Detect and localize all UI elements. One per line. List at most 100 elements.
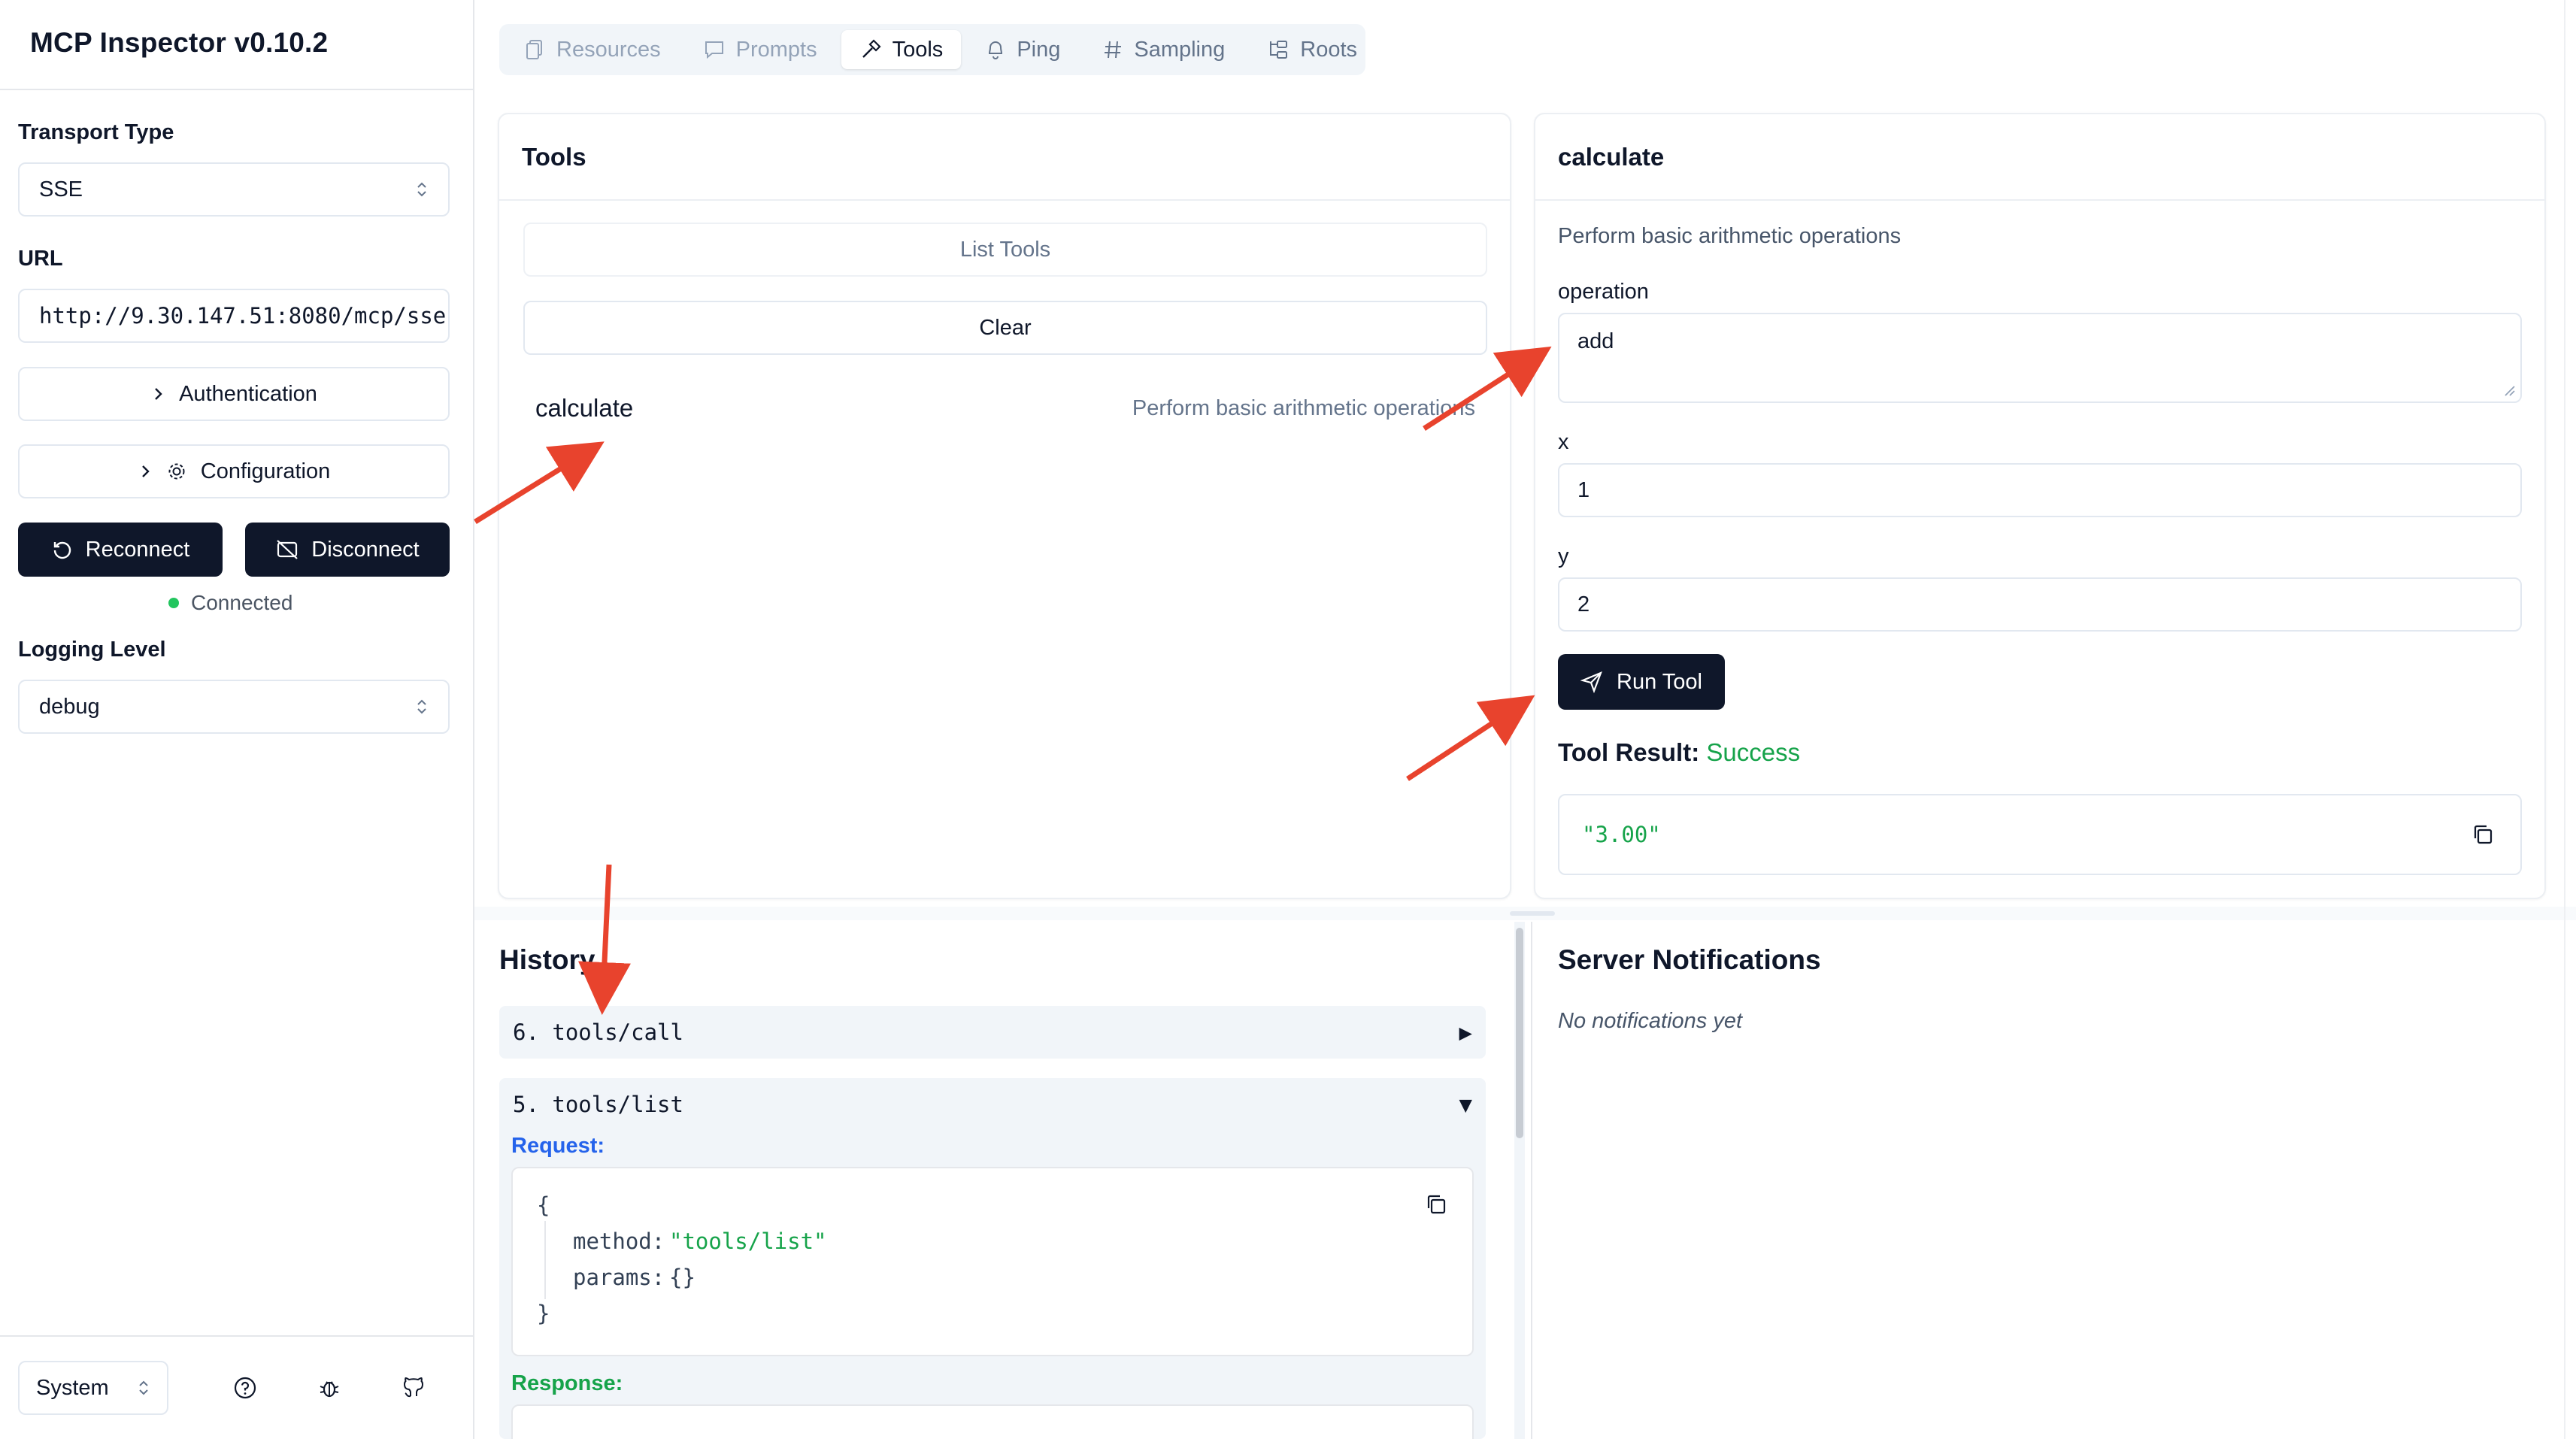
tab-sampling[interactable]: Sampling xyxy=(1084,30,1243,69)
tools-panel: Tools List Tools Clear calculate Perform… xyxy=(498,113,1511,899)
reconnect-button[interactable]: Reconnect xyxy=(18,523,223,577)
tool-detail-description: Perform basic arithmetic operations xyxy=(1558,224,1902,248)
tool-list-item[interactable]: calculate Perform basic arithmetic opera… xyxy=(535,394,1475,423)
tab-roots[interactable]: Roots xyxy=(1249,30,1375,69)
tool-name: calculate xyxy=(535,394,634,422)
transport-type-select[interactable]: SSE xyxy=(18,162,450,217)
bug-icon xyxy=(320,1381,339,1398)
tab-label: Prompts xyxy=(735,37,817,62)
url-input[interactable]: http://9.30.147.51:8080/mcp/sse xyxy=(18,289,450,343)
debug-button[interactable] xyxy=(308,1367,350,1409)
help-button[interactable] xyxy=(224,1367,266,1409)
disconnect-label: Disconnect xyxy=(311,537,420,562)
bell-icon xyxy=(989,41,1003,59)
authentication-button[interactable]: Authentication xyxy=(18,367,450,421)
operation-label: operation xyxy=(1558,280,1649,304)
tab-label: Sampling xyxy=(1134,37,1226,62)
rotate-ccw-icon xyxy=(53,541,71,559)
theme-select[interactable]: System xyxy=(18,1361,168,1415)
notifications-empty-text: No notifications yet xyxy=(1558,1009,1743,1033)
tab-tools[interactable]: Tools xyxy=(841,30,962,69)
tool-result-value: "3.00" xyxy=(1582,822,1661,847)
operation-value: add xyxy=(1577,329,1614,353)
chevron-up-down-icon xyxy=(137,1378,150,1398)
request-label: Request: xyxy=(511,1134,605,1158)
github-icon xyxy=(403,1377,424,1398)
tab-ping[interactable]: Ping xyxy=(967,30,1078,69)
tab-label: Roots xyxy=(1300,37,1358,62)
code-brace-open: { xyxy=(537,1192,550,1218)
hash-icon xyxy=(1105,41,1122,59)
x-input[interactable]: 1 xyxy=(1558,463,2522,517)
tab-prompts[interactable]: Prompts xyxy=(685,30,835,69)
code-params-value: {} xyxy=(669,1265,696,1290)
tab-label: Ping xyxy=(1017,37,1061,62)
folder-tree-icon xyxy=(1270,41,1288,59)
clear-button[interactable]: Clear xyxy=(523,301,1487,355)
tab-label: Tools xyxy=(892,37,944,62)
logging-level-value: debug xyxy=(39,694,100,719)
main-tabs: Resources Prompts Tools Ping Sampling Ro… xyxy=(499,24,1365,75)
resize-grip-icon[interactable] xyxy=(2502,383,2516,397)
disconnect-button[interactable]: Disconnect xyxy=(245,523,450,577)
logging-level-select[interactable]: debug xyxy=(18,680,450,734)
history-item[interactable]: 5. tools/list ▼ xyxy=(499,1078,1486,1131)
chevron-up-down-icon xyxy=(415,697,429,716)
status-dot-icon xyxy=(168,598,179,608)
github-button[interactable] xyxy=(392,1367,435,1409)
tool-result-status: Success xyxy=(1706,738,1801,766)
resize-handle-grip[interactable] xyxy=(1510,911,1555,916)
app-title: MCP Inspector v0.10.2 xyxy=(30,27,329,58)
copy-icon[interactable] xyxy=(2471,823,2495,847)
sidebar-footer-divider xyxy=(0,1335,473,1337)
code-brace-close: } xyxy=(537,1301,550,1326)
y-input[interactable]: 2 xyxy=(1558,577,2522,632)
chevron-right-icon xyxy=(141,465,150,477)
expand-toggle-icon[interactable]: ▶ xyxy=(1459,1019,1472,1045)
history-title: History xyxy=(499,944,596,975)
send-icon xyxy=(1580,671,1602,693)
sidebar: MCP Inspector v0.10.2 Transport Type SSE… xyxy=(0,0,474,1439)
collapse-toggle-icon[interactable]: ▼ xyxy=(1459,1092,1472,1117)
gear-icon xyxy=(168,463,185,480)
tool-detail-title: calculate xyxy=(1558,143,1665,171)
tool-result-label: Tool Result: xyxy=(1558,738,1700,766)
y-label: y xyxy=(1558,544,1569,568)
message-icon xyxy=(705,41,723,59)
help-circle-icon xyxy=(234,1377,256,1399)
copy-icon[interactable] xyxy=(1424,1192,1448,1216)
file-icon xyxy=(526,40,542,59)
tool-description: Perform basic arithmetic operations xyxy=(1132,395,1475,420)
configuration-button[interactable]: Configuration xyxy=(18,444,450,498)
tools-panel-title: Tools xyxy=(522,143,586,171)
run-tool-button[interactable]: Run Tool xyxy=(1558,654,1725,710)
app-root: MCP Inspector v0.10.2 Transport Type SSE… xyxy=(0,0,2576,1439)
list-tools-button[interactable]: List Tools xyxy=(523,223,1487,277)
theme-value: System xyxy=(36,1375,109,1400)
logging-level-label: Logging Level xyxy=(18,638,166,662)
chevron-up-down-icon xyxy=(415,180,429,199)
history-scrollbar[interactable] xyxy=(1514,922,1525,1439)
transport-type-label: Transport Type xyxy=(18,120,174,144)
connection-status: Connected xyxy=(168,591,292,615)
history-item[interactable]: 6. tools/call ▶ xyxy=(499,1006,1486,1059)
scrollbar-thumb[interactable] xyxy=(1516,928,1523,1138)
authentication-label: Authentication xyxy=(179,381,317,406)
code-method-value: "tools/list" xyxy=(669,1228,827,1254)
response-label: Response: xyxy=(511,1371,623,1395)
page-scrollbar[interactable] xyxy=(2564,0,2576,1439)
tab-resources[interactable]: Resources xyxy=(507,30,679,69)
history-item-label: 5. tools/list xyxy=(513,1092,683,1117)
response-code-block xyxy=(511,1404,1474,1439)
panel-divider xyxy=(1535,199,2544,201)
tool-result-box: "3.00" xyxy=(1558,794,2522,875)
operation-input[interactable]: add xyxy=(1558,313,2522,403)
url-label: URL xyxy=(18,247,63,271)
configuration-label: Configuration xyxy=(200,459,331,483)
panel-divider xyxy=(1531,922,1532,1439)
unplug-icon xyxy=(277,540,299,559)
sidebar-divider xyxy=(0,89,473,90)
tool-result-heading: Tool Result: Success xyxy=(1558,738,1800,767)
chevron-right-icon xyxy=(155,388,162,400)
hammer-icon xyxy=(862,39,881,58)
